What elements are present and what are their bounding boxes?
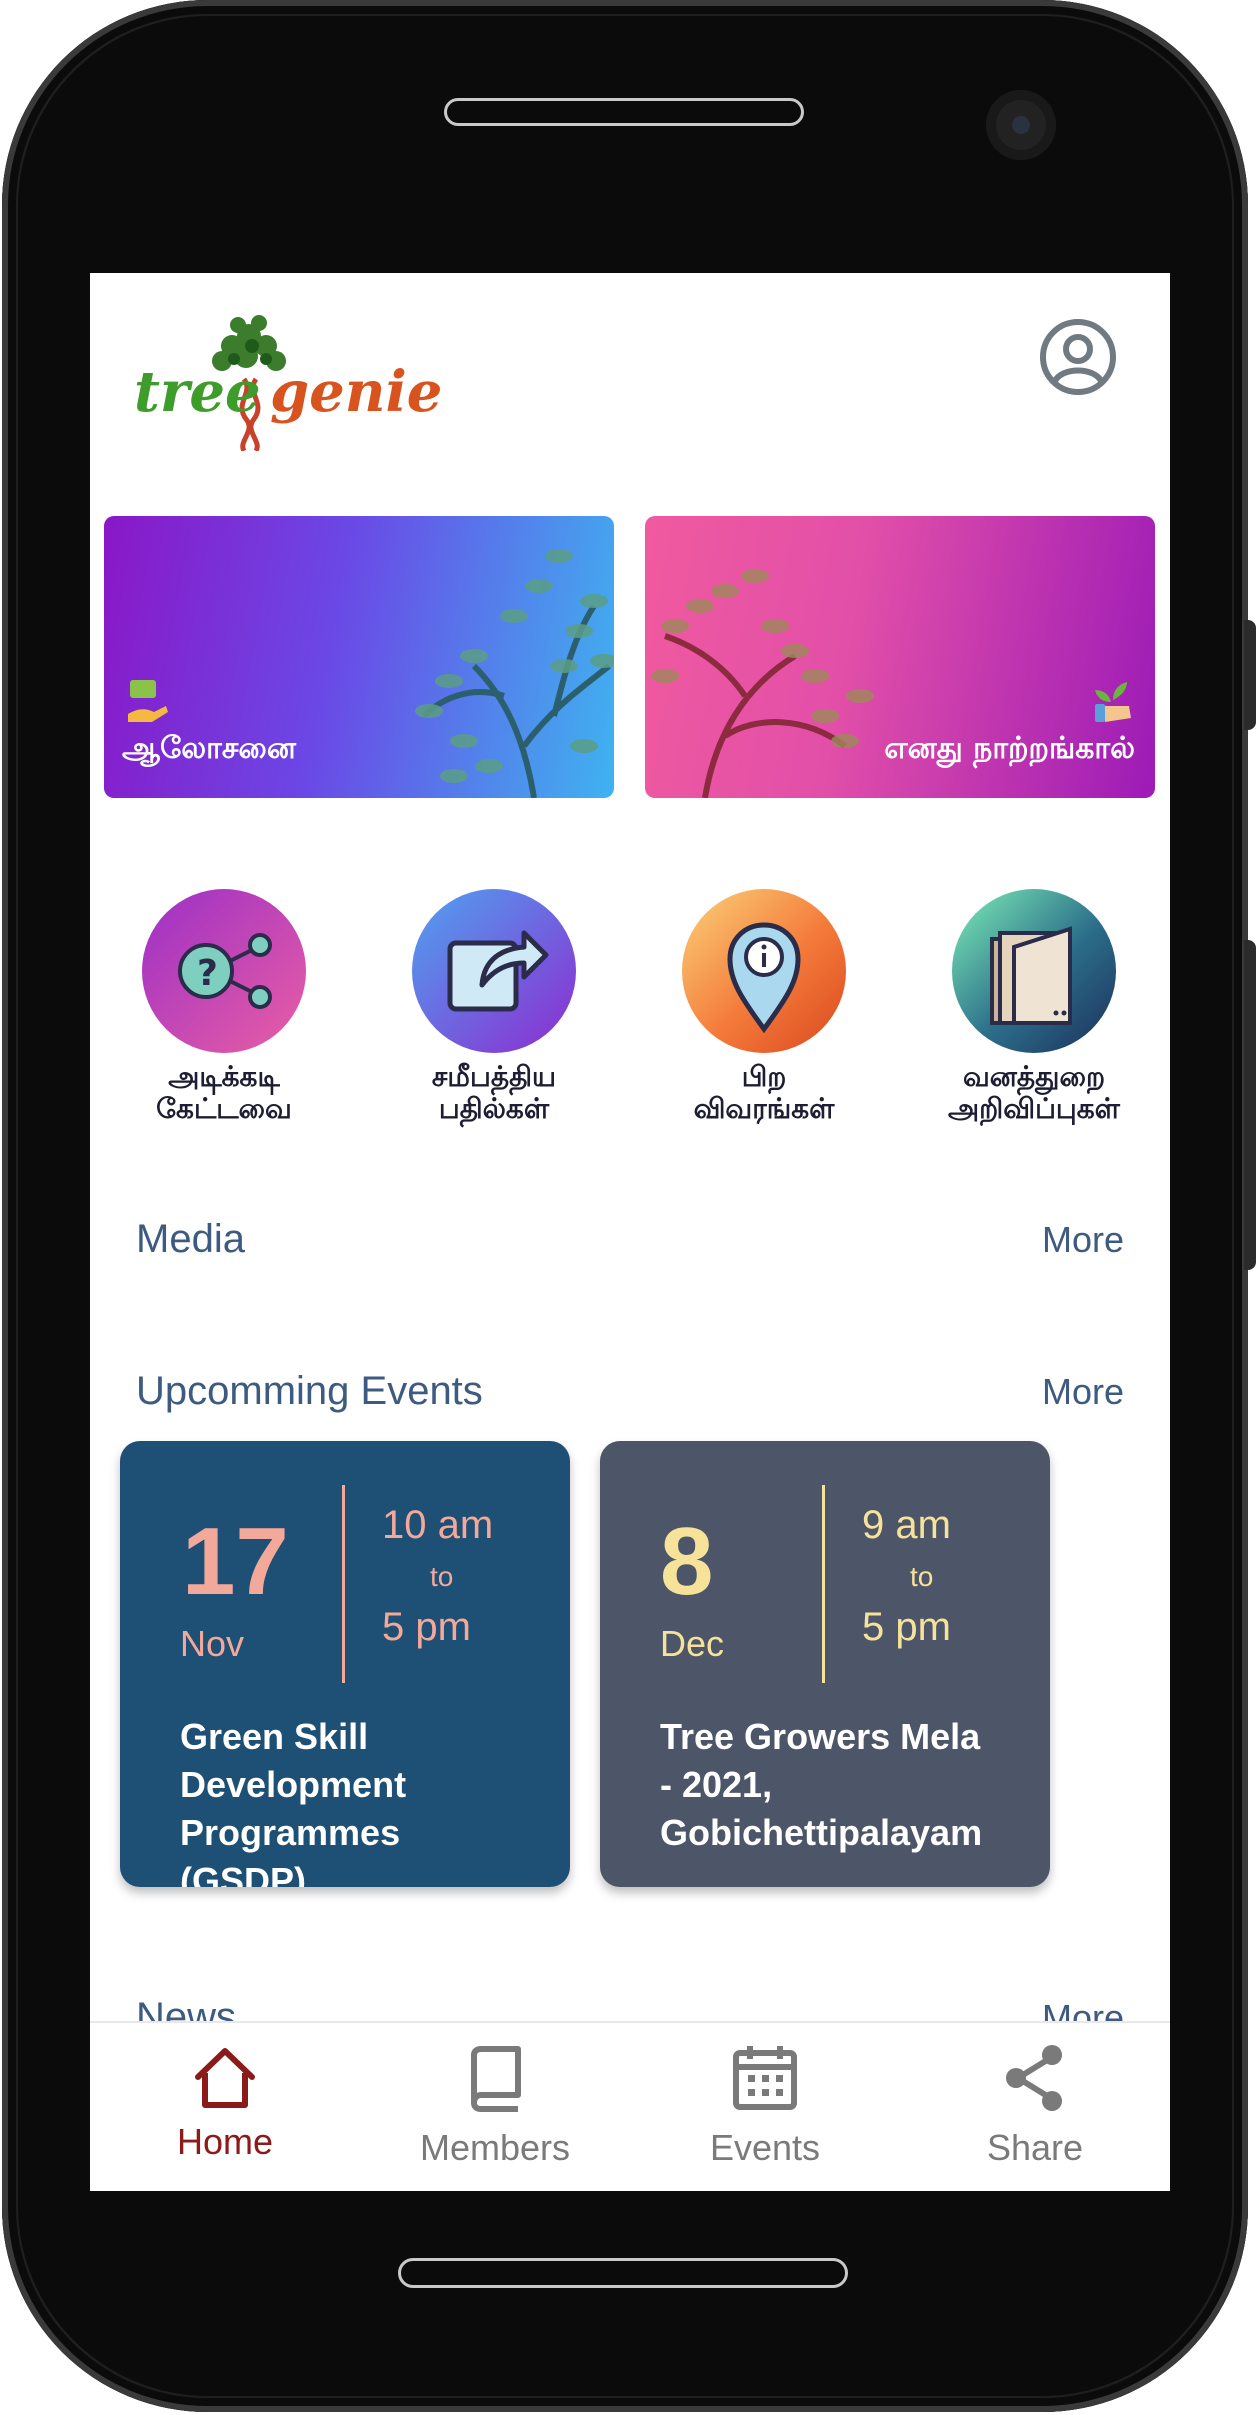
shortcut-notices-line1: வனத்துறை — [962, 1060, 1106, 1093]
logo-text-tree: tree — [134, 359, 261, 425]
nav-members-label: Members — [419, 2127, 571, 2168]
event-end-time: 5 pm — [382, 1605, 471, 1649]
event-start-time: 10 am — [382, 1503, 494, 1547]
account-button[interactable] — [1038, 317, 1118, 397]
home-indicator — [398, 2258, 848, 2288]
event-end-time: 5 pm — [862, 1605, 951, 1649]
event-card[interactable]: 17 Nov 10 am to 5 pm Green Skill Develop… — [120, 1441, 570, 1887]
volume-button — [1244, 620, 1256, 730]
faq-icon: ? — [142, 889, 306, 1053]
event-time-separator: to — [430, 1561, 454, 1592]
shortcut-other-details[interactable]: பிற விவரங்கள் — [644, 889, 884, 1169]
media-more-link[interactable]: More — [1042, 1219, 1124, 1261]
nav-home-label: Home — [176, 2121, 274, 2162]
nav-share-label: Share — [986, 2127, 1084, 2168]
my-nursery-label: எனது நாற்றங்கால் — [884, 731, 1135, 766]
shortcut-faq-line1: அடிக்கடி — [168, 1060, 280, 1093]
bottom-navigation: Home Members Events Share — [90, 2021, 1170, 2191]
front-camera — [986, 90, 1056, 160]
event-day: 17 — [182, 1508, 289, 1615]
shortcut-other-label: பிற விவரங்கள் — [644, 1061, 884, 1125]
shortcut-faq-line2: கேட்டவை — [156, 1092, 292, 1125]
app-logo: tree genie — [134, 301, 442, 451]
nav-events-label: Events — [709, 2127, 821, 2168]
tree-illustration — [651, 569, 874, 798]
event-divider — [342, 1485, 345, 1683]
event-title: Tree Growers Mela - 2021, Gobichettipala… — [660, 1716, 983, 1887]
event-day: 8 — [660, 1508, 714, 1615]
nav-home[interactable]: Home — [90, 2023, 360, 2191]
consultation-label: ஆலோசனை — [122, 731, 296, 766]
folder-icon — [952, 889, 1116, 1053]
seedling-hand-icon — [1095, 682, 1131, 722]
media-section-title: Media — [136, 1217, 245, 1261]
info-pin-icon — [682, 889, 846, 1053]
calendar-icon — [733, 2046, 797, 2110]
shortcut-recent-line1: சமீபத்திய — [431, 1060, 557, 1093]
event-time-separator: to — [910, 1561, 934, 1592]
shortcut-recent-line2: பதில்கள் — [438, 1092, 550, 1125]
svg-text:?: ? — [197, 953, 218, 994]
user-circle-icon — [1040, 319, 1116, 395]
events-more-link[interactable]: More — [1042, 1371, 1124, 1413]
share-icon — [1006, 2045, 1062, 2111]
consultation-banner[interactable]: ஆலோசனை — [104, 516, 614, 798]
consult-hand-icon — [128, 680, 168, 722]
event-card[interactable]: 8 Dec 9 am to 5 pm Tree Growers Mela - 2… — [600, 1441, 1050, 1887]
shortcut-forest-notices[interactable]: வனத்துறை அறிவிப்புகள் — [914, 889, 1154, 1169]
shortcut-notices-line2: அறிவிப்புகள் — [948, 1092, 1120, 1125]
shortcut-other-line2: விவரங்கள் — [693, 1092, 835, 1125]
share-out-icon — [412, 889, 576, 1053]
shortcut-recent-answers[interactable]: சமீபத்திய பதில்கள் — [374, 889, 614, 1169]
app-screen: tree genie ஆலோசனை எனது நாற்றங்கால் ? அடி… — [90, 273, 1170, 2191]
logo-text-genie: genie — [270, 359, 443, 425]
events-section-title: Upcomming Events — [136, 1369, 483, 1413]
nav-events[interactable]: Events — [630, 2023, 900, 2191]
nav-members[interactable]: Members — [360, 2023, 630, 2191]
my-nursery-banner[interactable]: எனது நாற்றங்கால் — [645, 516, 1155, 798]
event-title: Green Skill Development Programmes (GSDP… — [180, 1716, 407, 1887]
event-start-time: 9 am — [862, 1503, 951, 1547]
event-month: Nov — [180, 1623, 245, 1664]
power-button — [1244, 940, 1256, 1270]
nav-share[interactable]: Share — [900, 2023, 1170, 2191]
event-divider — [822, 1485, 825, 1683]
shortcut-notices-label: வனத்துறை அறிவிப்புகள் — [914, 1061, 1154, 1125]
earpiece-speaker — [444, 98, 804, 126]
shortcut-other-line1: பிற — [741, 1060, 787, 1093]
home-icon — [195, 2048, 255, 2108]
tree-illustration — [415, 549, 614, 798]
shortcut-faq-label: அடிக்கடி கேட்டவை — [104, 1061, 344, 1125]
event-month: Dec — [660, 1623, 725, 1664]
shortcut-recent-label: சமீபத்திய பதில்கள் — [374, 1061, 614, 1125]
shortcut-faq[interactable]: ? அடிக்கடி கேட்டவை — [104, 889, 344, 1169]
book-icon — [471, 2046, 521, 2112]
